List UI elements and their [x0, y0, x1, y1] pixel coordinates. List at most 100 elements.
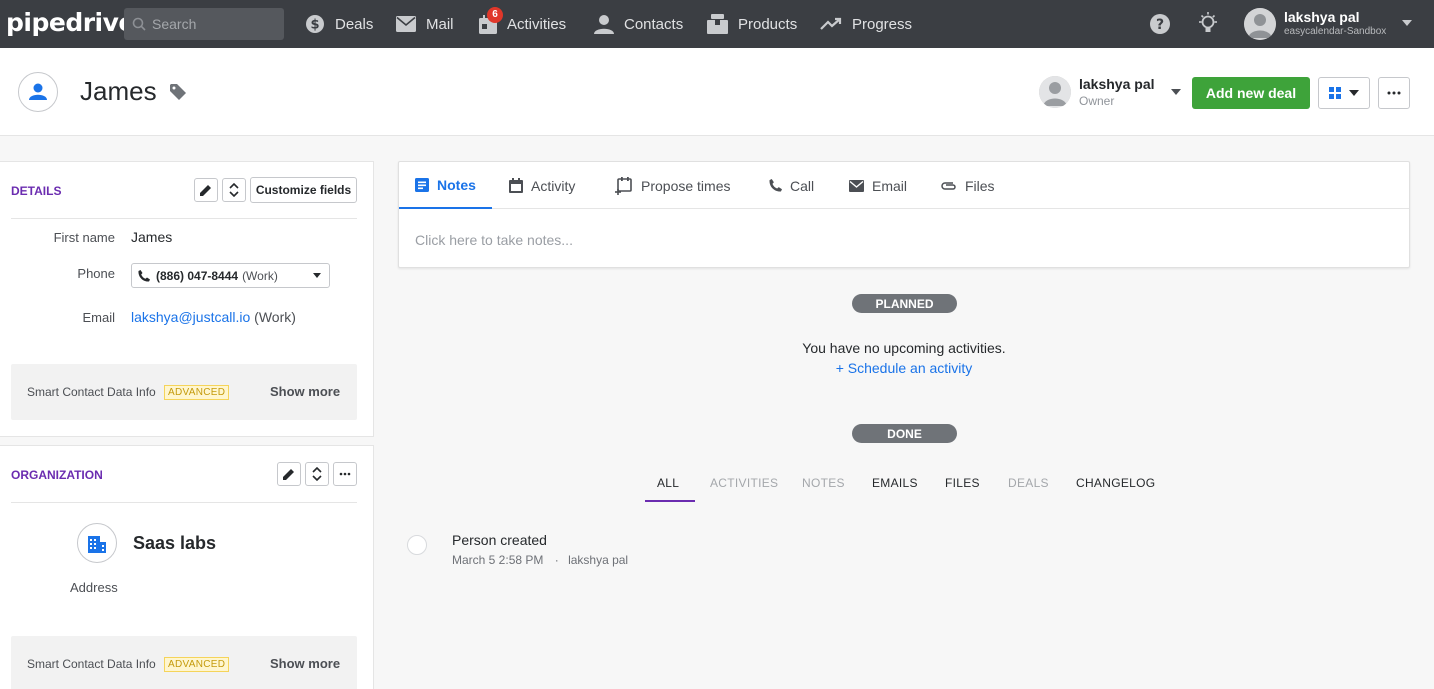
customize-fields-button[interactable]: Customize fields	[250, 177, 357, 203]
tab-call-label: Call	[790, 177, 815, 194]
done-label: DONE	[852, 424, 957, 443]
phone-label: Phone	[77, 266, 115, 281]
timeline-item-date: March 5 2:58 PM	[452, 553, 544, 567]
timeline-item-title: Person created	[452, 532, 547, 548]
details-panel: DETAILS Customize fields First name Jame…	[0, 161, 374, 437]
divider	[11, 502, 357, 503]
timeline-item-meta: March 5 2:58 PM · lakshya pal	[452, 553, 628, 567]
filter-emails[interactable]: EMAILS	[872, 476, 918, 490]
no-activities-text: You have no upcoming activities.	[802, 340, 1006, 356]
timeline-separator: ·	[554, 553, 559, 567]
first-name-label: First name	[53, 230, 115, 245]
lightbulb-icon[interactable]	[1197, 12, 1219, 39]
tab-notes[interactable]: Notes	[399, 162, 492, 209]
svg-text:?: ?	[1156, 17, 1164, 33]
active-filter-indicator	[645, 500, 695, 502]
tab-files[interactable]: Files	[941, 162, 995, 209]
phone-type: (Work)	[242, 268, 278, 283]
user-menu[interactable]: lakshya pal easycalendar-Sandbox	[1244, 8, 1412, 40]
person-avatar-icon	[18, 72, 58, 112]
chevron-down-icon	[1349, 90, 1359, 96]
filter-notes[interactable]: NOTES	[802, 476, 845, 490]
composer-card: Notes Activity Propose times Call Email …	[398, 161, 1410, 268]
advanced-badge: ADVANCED	[164, 657, 230, 672]
tag-icon[interactable]	[170, 84, 186, 103]
owner-label: Owner	[1079, 94, 1115, 108]
nav-products[interactable]: Products	[707, 0, 797, 48]
smart-contact-data: Smart Contact Data Info ADVANCED Show mo…	[11, 636, 357, 689]
building-icon	[77, 523, 117, 563]
filter-files[interactable]: FILES	[945, 476, 980, 490]
smart-contact-label: Smart Contact Data Info	[27, 657, 156, 671]
filter-all[interactable]: ALL	[657, 476, 679, 490]
first-name-value[interactable]: James	[131, 229, 172, 245]
show-more-button[interactable]: Show more	[270, 384, 340, 399]
notes-input[interactable]: Click here to take notes...	[415, 232, 573, 248]
propose-times-icon	[615, 176, 632, 195]
nav-activities[interactable]: 6 Activities	[479, 0, 566, 48]
address-label: Address	[70, 580, 118, 595]
ellipsis-icon	[339, 472, 351, 476]
dollar-icon: $	[305, 14, 325, 34]
nav-contacts-label: Contacts	[624, 15, 684, 33]
phone-call-button[interactable]: (886) 047-8444 (Work)	[131, 263, 330, 288]
chevron-down-icon	[1402, 20, 1412, 26]
tab-email[interactable]: Email	[849, 162, 907, 209]
chevron-down-icon	[313, 273, 321, 278]
search-icon	[132, 17, 146, 31]
user-name: lakshya pal	[1284, 9, 1360, 25]
filter-deals[interactable]: DEALS	[1008, 476, 1049, 490]
person-name[interactable]: James	[80, 76, 157, 107]
organization-more-button[interactable]	[333, 462, 357, 486]
planned-label: PLANNED	[852, 294, 957, 313]
nav-progress-label: Progress	[852, 15, 913, 33]
smart-contact-data: Smart Contact Data Info ADVANCED Show mo…	[11, 364, 357, 420]
filter-changelog[interactable]: CHANGELOG	[1076, 476, 1155, 490]
pipedrive-logo[interactable]: pipedrive	[6, 8, 135, 37]
owner-name: lakshya pal	[1079, 76, 1155, 92]
phone-icon	[138, 269, 150, 282]
user-company: easycalendar-Sandbox	[1284, 26, 1387, 37]
user-avatar	[1244, 8, 1276, 40]
add-new-deal-button[interactable]: Add new deal	[1192, 77, 1310, 109]
reorder-organization-button[interactable]	[305, 462, 329, 486]
email-link[interactable]: lakshya@justcall.io	[131, 309, 250, 325]
composer-tabs: Notes Activity Propose times Call Email …	[399, 162, 1409, 209]
tab-notes-label: Notes	[437, 176, 476, 193]
expand-icon	[312, 467, 322, 481]
view-switch-button[interactable]	[1318, 77, 1370, 109]
help-icon[interactable]: ?	[1149, 13, 1171, 38]
nav-progress[interactable]: Progress	[820, 0, 912, 48]
details-title: DETAILS	[11, 184, 62, 198]
timeline-dot	[407, 535, 427, 555]
organization-panel: ORGANIZATION Saas labs Address Smart Con…	[0, 445, 374, 689]
more-options-button[interactable]	[1378, 77, 1410, 109]
search-placeholder: Search	[152, 16, 197, 32]
edit-organization-button[interactable]	[277, 462, 301, 486]
nav-deals[interactable]: $ Deals	[305, 0, 373, 48]
person-header: James lakshya pal Owner Add new deal	[0, 48, 1434, 136]
timeline-item-user[interactable]: lakshya pal	[568, 553, 628, 567]
paperclip-icon	[941, 181, 956, 190]
reorder-details-button[interactable]	[222, 178, 246, 202]
show-more-button[interactable]: Show more	[270, 656, 340, 671]
nav-contacts[interactable]: Contacts	[594, 0, 683, 48]
search-input[interactable]: Search	[124, 8, 284, 40]
ellipsis-icon	[1387, 91, 1401, 95]
schedule-activity-link[interactable]: + Schedule an activity	[836, 360, 973, 376]
owner-selector[interactable]: lakshya pal Owner	[1039, 75, 1181, 109]
tab-activity[interactable]: Activity	[509, 162, 575, 209]
tab-email-label: Email	[872, 177, 908, 194]
expand-icon	[229, 183, 239, 197]
mail-icon	[849, 179, 864, 192]
smart-contact-label: Smart Contact Data Info	[27, 385, 156, 399]
organization-title: ORGANIZATION	[11, 468, 103, 482]
tab-propose-times[interactable]: Propose times	[615, 162, 730, 209]
filter-activities[interactable]: ACTIVITIES	[710, 476, 778, 490]
box-icon	[707, 14, 728, 34]
tab-call[interactable]: Call	[769, 162, 814, 209]
grid-icon	[1329, 87, 1341, 99]
nav-mail[interactable]: Mail	[396, 0, 454, 48]
edit-details-button[interactable]	[194, 178, 218, 202]
organization-name[interactable]: Saas labs	[133, 533, 216, 554]
